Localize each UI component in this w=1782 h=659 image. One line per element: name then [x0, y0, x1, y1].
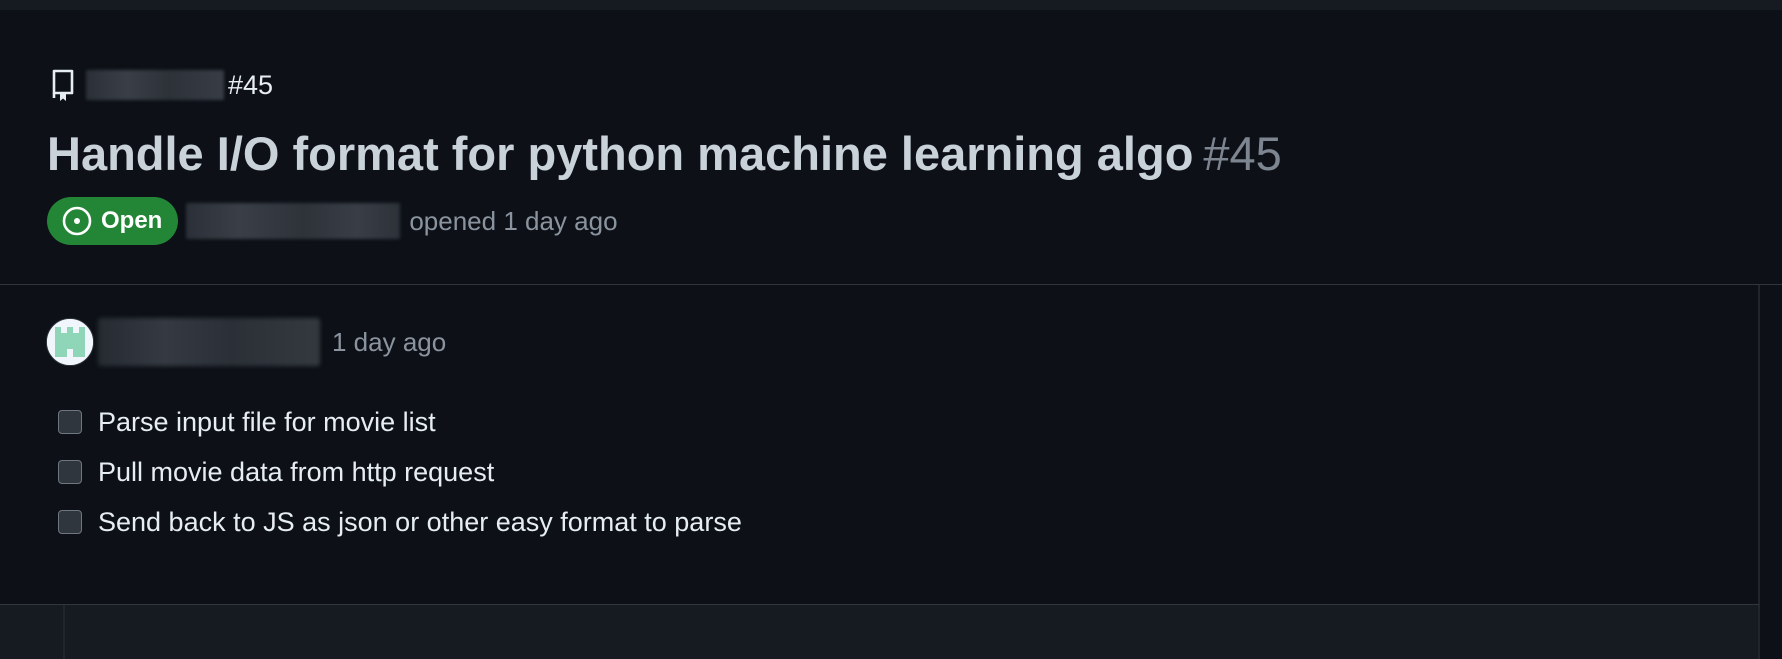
- timeline-area: [0, 604, 1760, 659]
- task-item: Pull movie data from http request: [58, 447, 742, 497]
- task-checkbox[interactable]: [58, 460, 82, 484]
- task-item: Parse input file for movie list: [58, 397, 742, 447]
- issue-title: Handle I/O format for python machine lea…: [47, 127, 1194, 180]
- issue-ref[interactable]: #45: [228, 70, 273, 101]
- issue-opened-icon: [61, 205, 93, 237]
- repo-breadcrumb: #45: [50, 68, 273, 102]
- commenter-redacted[interactable]: [98, 318, 320, 366]
- repo-name-redacted[interactable]: [86, 70, 224, 100]
- issue-number: #45: [1203, 127, 1282, 180]
- identicon-avatar: [47, 319, 93, 365]
- issue-body: 1 day ago Parse input file for movie lis…: [0, 285, 1760, 605]
- top-strip: [0, 0, 1782, 10]
- opened-text: opened 1 day ago: [409, 205, 618, 236]
- right-gutter: [1760, 285, 1782, 658]
- task-item: Send back to JS as json or other easy fo…: [58, 497, 742, 547]
- page-title: Handle I/O format for python machine lea…: [47, 122, 1282, 186]
- status-label: Open: [101, 207, 163, 234]
- issue-header: #45 Handle I/O format for python machine…: [0, 10, 1782, 284]
- status-badge: Open: [47, 197, 179, 245]
- task-list: Parse input file for movie list Pull mov…: [58, 397, 742, 547]
- timeline-line: [63, 605, 65, 659]
- task-label: Pull movie data from http request: [98, 456, 495, 487]
- author-redacted[interactable]: [186, 203, 401, 239]
- comment-header: 1 day ago: [46, 317, 446, 367]
- issue-meta: Open opened 1 day ago: [47, 197, 618, 245]
- repo-icon: [50, 68, 76, 102]
- task-label: Parse input file for movie list: [98, 406, 436, 437]
- avatar[interactable]: [46, 318, 94, 366]
- task-label: Send back to JS as json or other easy fo…: [98, 506, 742, 537]
- task-checkbox[interactable]: [58, 410, 82, 434]
- task-checkbox[interactable]: [58, 510, 82, 534]
- comment-time[interactable]: 1 day ago: [332, 327, 446, 358]
